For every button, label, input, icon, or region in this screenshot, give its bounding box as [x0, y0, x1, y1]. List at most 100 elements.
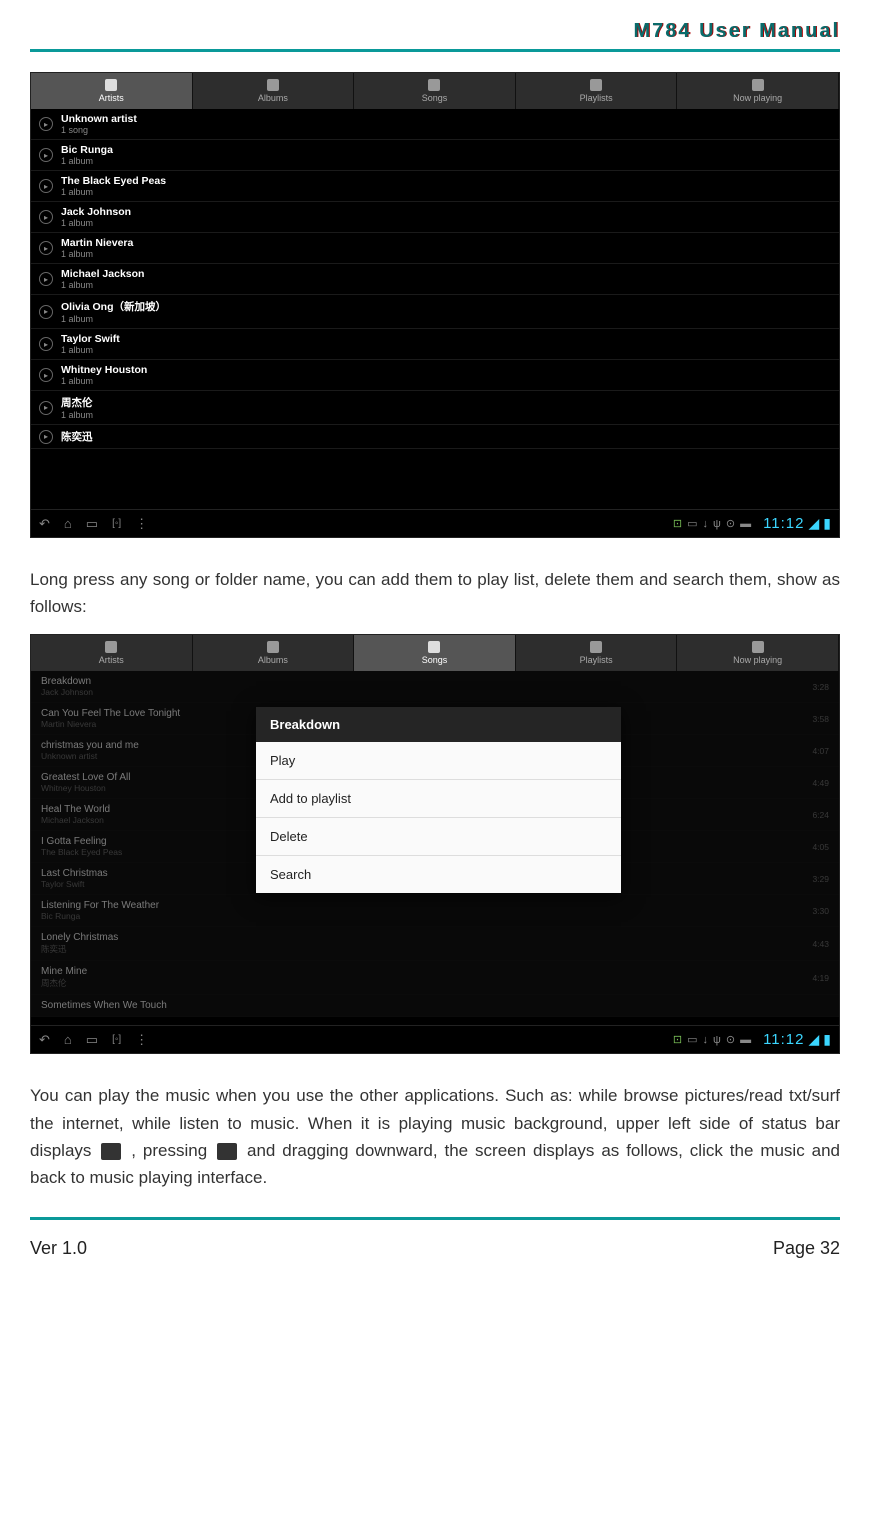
tab-songs[interactable]: Songs: [354, 635, 516, 671]
artist-info: Taylor Swift1 album: [61, 333, 120, 355]
expand-arrow-icon[interactable]: ▸: [39, 210, 53, 224]
artist-row[interactable]: ▸Michael Jackson1 album: [31, 264, 839, 295]
artist-row[interactable]: ▸The Black Eyed Peas1 album: [31, 171, 839, 202]
song-row[interactable]: Sometimes When We Touch: [31, 995, 839, 1017]
tab-playlists[interactable]: Playlists: [516, 635, 678, 671]
song-row[interactable]: Mine Mine周杰伦4:19: [31, 961, 839, 995]
artist-info: Jack Johnson1 album: [61, 206, 131, 228]
now-playing-icon: [752, 79, 764, 91]
system-navbar: ↶ ⌂ ▭ [◦] ⋮ ⊡ ▭ ↓ ψ ⊙ ▬ 11:12 ◢ ▮: [31, 509, 839, 537]
back-icon[interactable]: ↶: [39, 516, 50, 532]
song-info: Mine Mine周杰伦: [41, 966, 87, 989]
tab-albums[interactable]: Albums: [193, 73, 355, 109]
expand-arrow-icon[interactable]: ▸: [39, 148, 53, 162]
song-duration: 3:28: [812, 682, 829, 692]
header-divider: [30, 49, 840, 52]
expand-arrow-icon[interactable]: ▸: [39, 337, 53, 351]
song-info: Sometimes When We Touch: [41, 1000, 167, 1011]
paragraph-longpress: Long press any song or folder name, you …: [30, 566, 840, 620]
screenshot-artists: ArtistsAlbumsSongs Playlists Now playing ▸…: [30, 72, 840, 538]
now-playing-icon: [752, 641, 764, 653]
song-title: Sometimes When We Touch: [41, 1000, 167, 1011]
artist-list: ▸Unknown artist1 song▸Bic Runga1 album▸T…: [31, 109, 839, 449]
songs-icon: [428, 641, 440, 653]
tab-artists[interactable]: Artists: [31, 73, 193, 109]
artist-row[interactable]: ▸周杰伦1 album: [31, 391, 839, 425]
artist-subtitle: 1 song: [61, 125, 137, 135]
sd-icon: ▬: [740, 518, 751, 530]
expand-arrow-icon[interactable]: ▸: [39, 430, 53, 444]
tab-artists[interactable]: Artists: [31, 635, 193, 671]
screenshot-icon[interactable]: [◦]: [112, 518, 121, 529]
song-info: Lonely Christmas陈奕迅: [41, 932, 118, 955]
menu-icon[interactable]: ⋮: [135, 1032, 148, 1048]
expand-arrow-icon[interactable]: ▸: [39, 179, 53, 193]
download-icon: ↓: [703, 1034, 709, 1046]
tab-songs[interactable]: Songs: [354, 73, 516, 109]
tab-label: Now playing: [733, 655, 782, 665]
usb-icon: ψ: [713, 518, 721, 530]
song-duration: 3:29: [812, 874, 829, 884]
context-item-play[interactable]: Play: [256, 742, 621, 780]
artist-row[interactable]: ▸ Taylor Swift1 album: [31, 329, 839, 360]
song-row[interactable]: Listening For The WeatherBic Runga3:30: [31, 895, 839, 927]
context-item-delete[interactable]: Delete: [256, 818, 621, 856]
song-artist: 陈奕迅: [41, 943, 118, 955]
tab-label: Playlists: [580, 93, 613, 103]
artist-row[interactable]: ▸ Martin Nievera1 album: [31, 233, 839, 264]
song-title: Lonely Christmas: [41, 932, 118, 943]
artist-info: Martin Nievera1 album: [61, 237, 133, 259]
recent-icon[interactable]: ▭: [86, 1032, 98, 1048]
song-row[interactable]: Lonely Christmas陈奕迅4:43: [31, 927, 839, 961]
artist-row[interactable]: ▸Bic Runga1 album: [31, 140, 839, 171]
albums-icon: [267, 79, 279, 91]
artist-subtitle: 1 album: [61, 410, 93, 420]
song-duration: 3:58: [812, 714, 829, 724]
expand-arrow-icon[interactable]: ▸: [39, 272, 53, 286]
artists-icon: [105, 641, 117, 653]
context-item-add-to-playlist[interactable]: Add to playlist: [256, 780, 621, 818]
picture-icon: ▭: [687, 1033, 697, 1046]
screenshot-icon[interactable]: [◦]: [112, 1034, 121, 1045]
home-icon[interactable]: ⌂: [64, 516, 72, 531]
android-icon: ⊡: [673, 517, 682, 530]
artist-name: Unknown artist: [61, 113, 137, 125]
song-row[interactable]: BreakdownJack Johnson3:28: [31, 671, 839, 703]
artist-row[interactable]: ▸ Jack Johnson1 album: [31, 202, 839, 233]
expand-arrow-icon[interactable]: ▸: [39, 401, 53, 415]
artist-row[interactable]: ▸ 陈奕迅: [31, 425, 839, 449]
artist-name: Martin Nievera: [61, 237, 133, 249]
tab-albums[interactable]: Albums: [193, 635, 355, 671]
expand-arrow-icon[interactable]: ▸: [39, 368, 53, 382]
artist-row[interactable]: ▸Whitney Houston1 album: [31, 360, 839, 391]
sd-icon: ▬: [740, 1034, 751, 1046]
artist-name: 陈奕迅: [61, 429, 93, 444]
recent-icon[interactable]: ▭: [86, 516, 98, 532]
artist-subtitle: 1 album: [61, 218, 131, 228]
tab-playlists[interactable]: Playlists: [516, 73, 678, 109]
artist-subtitle: 1 album: [61, 314, 166, 324]
tab-now-playing[interactable]: Now playing: [677, 635, 839, 671]
song-title: Last Christmas: [41, 868, 108, 879]
tab-now-playing[interactable]: Now playing: [677, 73, 839, 109]
tab-label: Playlists: [580, 655, 613, 665]
song-title: Can You Feel The Love Tonight: [41, 708, 180, 719]
context-item-search[interactable]: Search: [256, 856, 621, 893]
menu-icon[interactable]: ⋮: [135, 516, 148, 532]
artist-row[interactable]: ▸ Unknown artist1 song: [31, 109, 839, 140]
expand-arrow-icon[interactable]: ▸: [39, 241, 53, 255]
artist-subtitle: 1 album: [61, 376, 147, 386]
status-tray-icons: ⊡ ▭ ↓ ψ ⊙ ▬: [673, 1033, 751, 1046]
playlists-icon: [590, 641, 602, 653]
status-tray-icons: ⊡ ▭ ↓ ψ ⊙ ▬: [673, 517, 751, 530]
picture-icon: ▭: [687, 517, 697, 530]
artists-icon: [105, 79, 117, 91]
expand-arrow-icon[interactable]: ▸: [39, 305, 53, 319]
home-icon[interactable]: ⌂: [64, 1032, 72, 1047]
back-icon[interactable]: ↶: [39, 1032, 50, 1048]
music-status-icon: [217, 1143, 237, 1160]
expand-arrow-icon[interactable]: ▸: [39, 117, 53, 131]
para2-part-b: , pressing: [131, 1141, 207, 1160]
artist-row[interactable]: ▸Olivia Ong（新加坡）1 album: [31, 295, 839, 329]
artist-name: Taylor Swift: [61, 333, 120, 345]
